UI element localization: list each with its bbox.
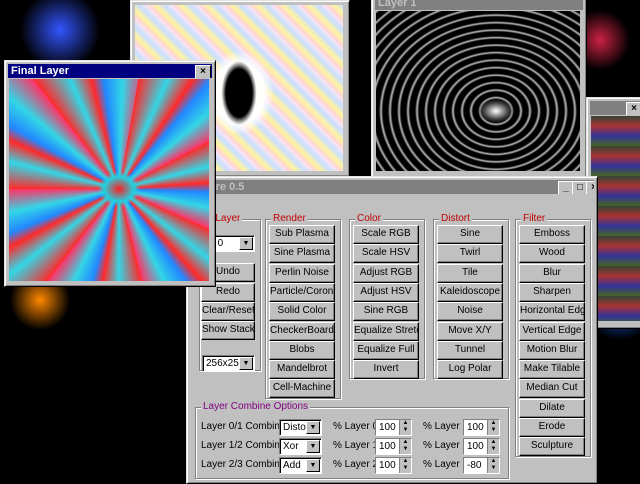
right-layer-texture-image — [591, 116, 640, 321]
texture-main-window[interactable]: exture 0.5 _ □ × ? ve Layer er 0▼ Undo R… — [186, 176, 598, 484]
size-select[interactable]: 256x256 ▼ — [202, 355, 255, 372]
color-button-3[interactable]: Adjust HSV — [353, 282, 419, 302]
distort-button-6[interactable]: Tunnel — [437, 340, 503, 360]
combine-mode-select[interactable]: Xor ▼ — [279, 438, 322, 455]
filter-button-4[interactable]: Horizontal Edge — [519, 302, 585, 322]
color-label: Color — [355, 213, 383, 225]
right-layer-titlebar[interactable]: × — [590, 101, 640, 115]
chevron-down-icon: ▼ — [306, 459, 320, 472]
chevron-down-icon: ▼ — [306, 440, 320, 453]
layer1-texture-image — [376, 11, 580, 171]
main-titlebar[interactable]: exture 0.5 _ □ × — [190, 180, 594, 194]
spinner-arrows-icon[interactable]: ▲ ▼ — [399, 420, 411, 435]
distort-label: Distort — [439, 213, 472, 225]
render-button-4[interactable]: Solid Color — [269, 302, 335, 322]
spinner-arrows-icon[interactable]: ▲ ▼ — [399, 458, 411, 473]
filter-button-7[interactable]: Make Tilable — [519, 360, 585, 380]
filter-button-6[interactable]: Motion Blur — [519, 340, 585, 360]
layer1-title: Layer 1 — [378, 0, 417, 9]
render-button-3[interactable]: Particle/Corona — [269, 282, 335, 302]
spinner-arrows-icon[interactable]: ▲ ▼ — [487, 458, 499, 473]
filter-label: Filter — [521, 213, 548, 225]
color-button-7[interactable]: Invert — [353, 360, 419, 380]
chevron-down-icon: ▼ — [239, 237, 253, 250]
chevron-down-icon: ▼ — [306, 421, 320, 434]
color-button-6[interactable]: Equalize Full — [353, 340, 419, 360]
percent-a-spinner[interactable]: 100 ▲ ▼ — [375, 419, 412, 436]
color-button-5[interactable]: Equalize Stretch — [353, 321, 419, 341]
distort-button-3[interactable]: Kaleidoscope — [437, 282, 503, 302]
color-button-1[interactable]: Scale HSV — [353, 244, 419, 264]
filter-button-5[interactable]: Vertical Edge — [519, 321, 585, 341]
distort-button-5[interactable]: Move X/Y — [437, 321, 503, 341]
distort-button-2[interactable]: Tile — [437, 263, 503, 283]
percent-a-label: % Layer 0 — [333, 421, 379, 432]
render-button-7[interactable]: Mandelbrot — [269, 360, 335, 380]
final-layer-title: Final Layer — [11, 65, 70, 77]
filter-button-11[interactable]: Sculpture — [519, 437, 585, 457]
chevron-down-icon: ▼ — [239, 357, 253, 370]
distort-button-7[interactable]: Log Polar — [437, 360, 503, 380]
percent-b-label: % Layer 3 — [423, 459, 469, 470]
layer1-titlebar[interactable]: Layer 1 — [375, 0, 583, 10]
distort-button-1[interactable]: Twirl — [437, 244, 503, 264]
final-layer-close-button[interactable]: × — [195, 65, 211, 78]
filter-button-8[interactable]: Median Cut — [519, 379, 585, 399]
percent-b-spinner[interactable]: 100 ▲ ▼ — [463, 438, 500, 455]
percent-a-label: % Layer 1 — [333, 440, 379, 451]
combine-mode-select[interactable]: Add ▼ — [279, 457, 322, 474]
spinner-arrows-icon[interactable]: ▲ ▼ — [487, 439, 499, 454]
percent-b-spinner[interactable]: 100 ▲ ▼ — [463, 419, 500, 436]
render-button-5[interactable]: CheckerBoard — [269, 321, 335, 341]
layer1-window[interactable]: Layer 1 — [371, 0, 587, 178]
color-button-4[interactable]: Sine RGB — [353, 302, 419, 322]
combine-mode-select[interactable]: Distort ▼ — [279, 419, 322, 436]
final-layer-window[interactable]: Final Layer × — [4, 60, 216, 287]
color-button-0[interactable]: Scale RGB — [353, 225, 419, 244]
percent-b-label: % Layer 1 — [423, 421, 469, 432]
render-label: Render — [271, 213, 308, 225]
combine-row-label: Layer 2/3 Combine — [201, 459, 286, 470]
percent-b-spinner[interactable]: -80 ▲ ▼ — [463, 457, 500, 474]
distort-button-0[interactable]: Sine — [437, 225, 503, 244]
percent-a-spinner[interactable]: 100 ▲ ▼ — [375, 438, 412, 455]
filter-button-0[interactable]: Emboss — [519, 225, 585, 244]
percent-b-label: % Layer 2 — [423, 440, 469, 451]
final-layer-titlebar[interactable]: Final Layer × — [8, 64, 212, 78]
clear-reset-button[interactable]: Clear/Reset — [201, 302, 255, 321]
filter-button-3[interactable]: Sharpen — [519, 282, 585, 302]
filter-button-10[interactable]: Erode — [519, 418, 585, 437]
filter-button-9[interactable]: Dilate — [519, 398, 585, 418]
filter-button-2[interactable]: Blur — [519, 263, 585, 283]
render-button-6[interactable]: Blobs — [269, 340, 335, 360]
render-button-8[interactable]: Cell-Machine — [269, 379, 335, 399]
layer-combine-label: Layer Combine Options — [201, 401, 311, 413]
percent-a-spinner[interactable]: 100 ▲ ▼ — [375, 457, 412, 474]
combine-row-label: Layer 0/1 Combine — [201, 421, 286, 432]
spinner-arrows-icon[interactable]: ▲ ▼ — [399, 439, 411, 454]
distort-button-4[interactable]: Noise — [437, 302, 503, 322]
close-button[interactable]: × — [586, 181, 594, 194]
right-layer-close-button[interactable]: × — [626, 102, 640, 115]
render-button-2[interactable]: Perlin Noise — [269, 263, 335, 283]
render-button-1[interactable]: Sine Plasma — [269, 244, 335, 264]
show-stack-button[interactable]: Show Stack — [201, 321, 255, 340]
final-layer-texture-image — [9, 79, 209, 281]
percent-a-label: % Layer 2 — [333, 459, 379, 470]
combine-row-label: Layer 1/2 Combine — [201, 440, 286, 451]
spinner-arrows-icon[interactable]: ▲ ▼ — [487, 420, 499, 435]
render-button-0[interactable]: Sub Plasma — [269, 225, 335, 244]
color-button-2[interactable]: Adjust RGB — [353, 263, 419, 283]
filter-button-1[interactable]: Wood — [519, 244, 585, 264]
